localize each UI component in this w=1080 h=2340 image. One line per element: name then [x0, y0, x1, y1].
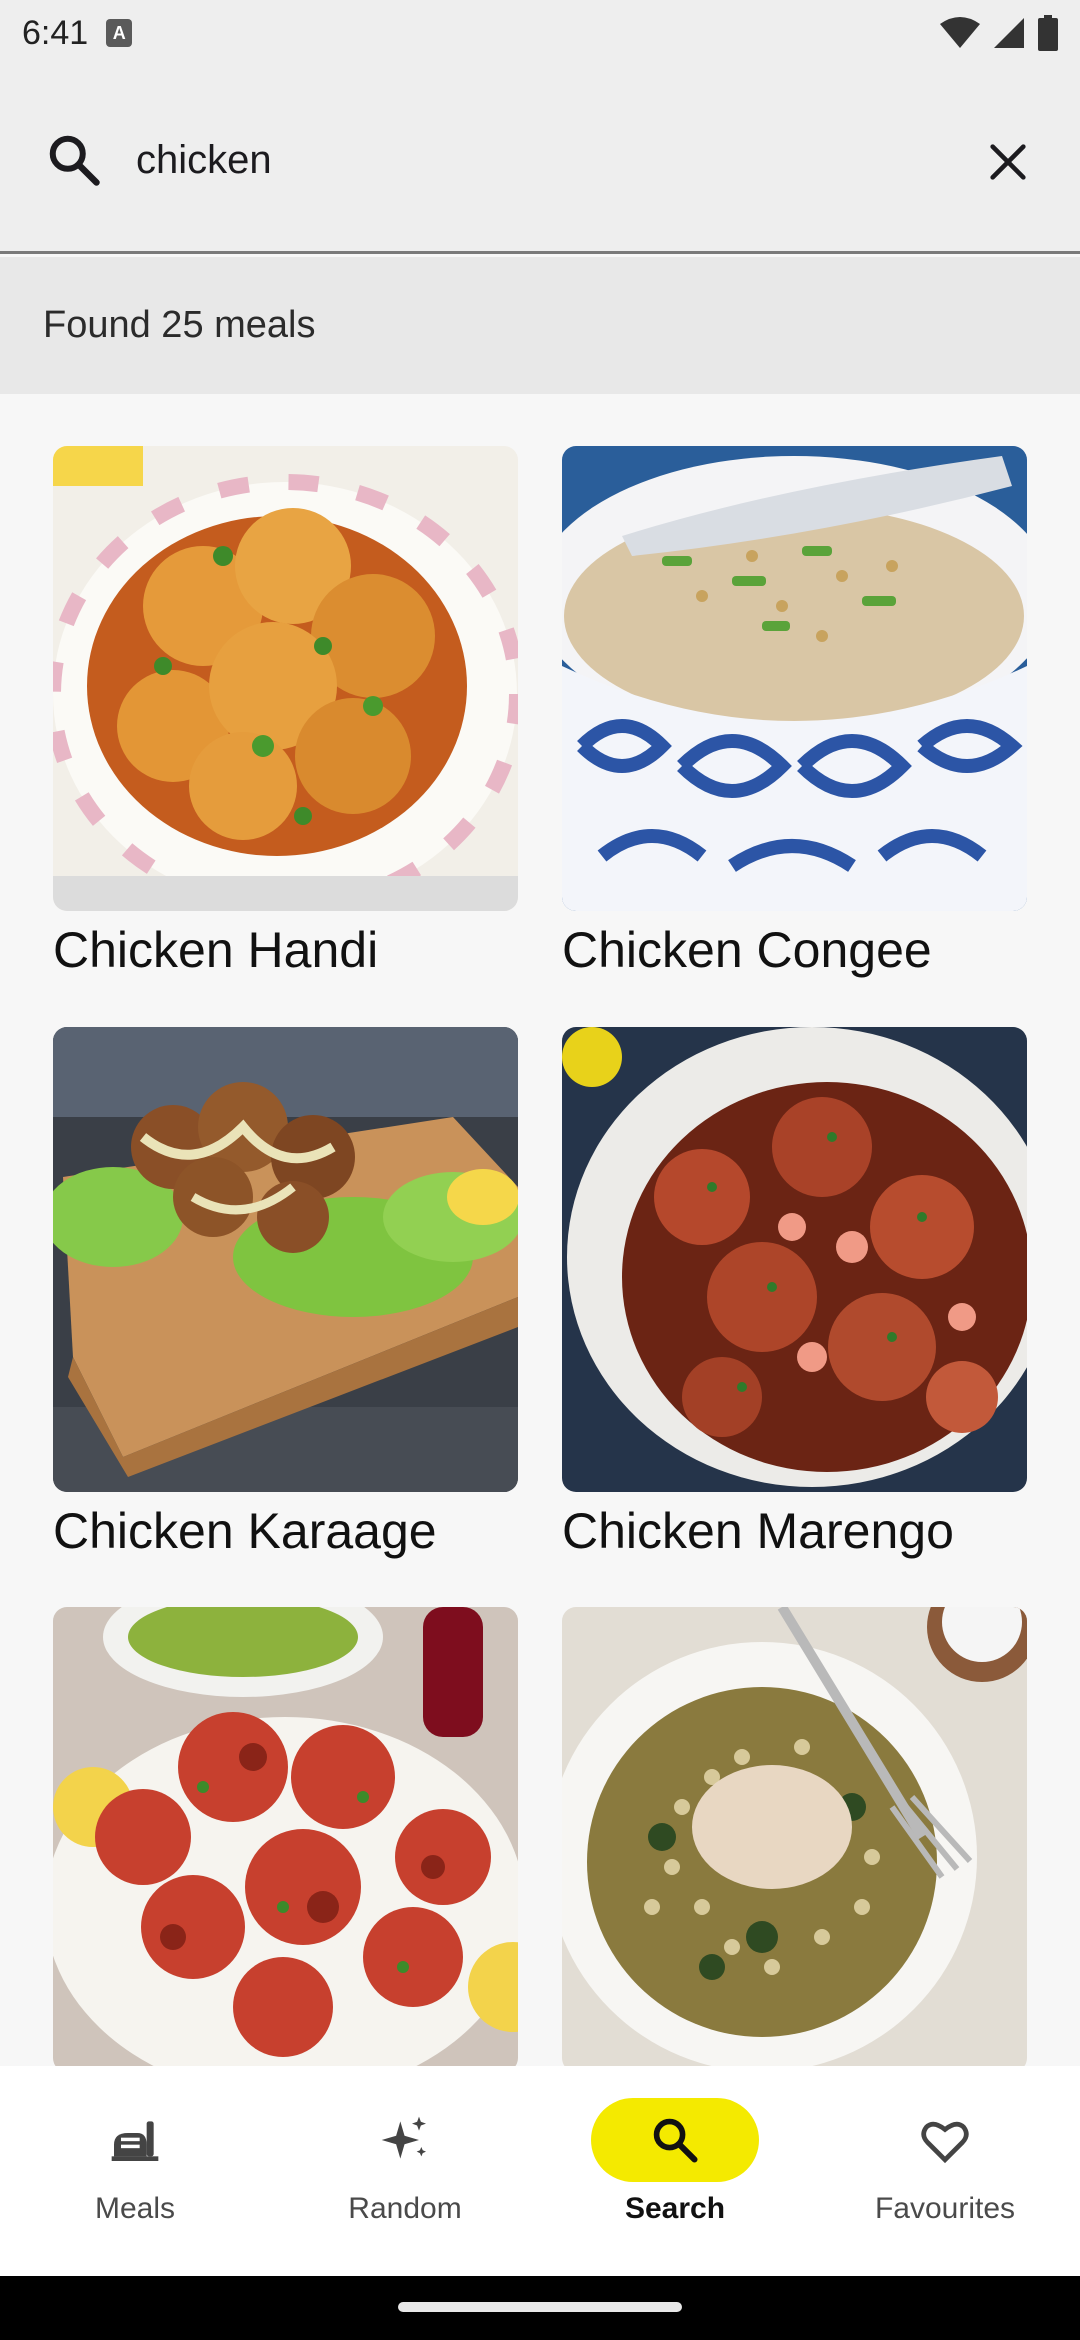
search-bar: [0, 66, 1080, 254]
nav-label-meals: Meals: [94, 2192, 176, 2225]
nav-item-favourites[interactable]: Favourites: [810, 2066, 1080, 2276]
meal-card-5[interactable]: [53, 1607, 518, 2066]
meal-card-chicken-handi[interactable]: Chicken Handi: [53, 446, 518, 979]
results-count-label: Found 25 meals: [43, 304, 316, 346]
meal-title: Chicken Marengo: [562, 1503, 954, 1559]
close-icon: [990, 144, 1026, 180]
meals-grid[interactable]: Chicken Handi Chicken Congee Chicken Kar…: [0, 394, 1080, 2066]
nav-active-indicator: [591, 2098, 759, 2182]
meal-title: Chicken Handi: [53, 922, 379, 978]
sparkle-icon: [381, 2116, 426, 2159]
meal-card-chicken-marengo[interactable]: Chicken Marengo: [562, 1027, 1027, 1560]
meal-image-chicken-karaage: [53, 1027, 518, 1492]
meal-image-tandoori-chicken: [53, 1607, 518, 2066]
meal-image-chicken-couscous: [562, 1607, 1027, 2066]
nav-label-search: Search: [624, 2192, 726, 2225]
meal-card-chicken-congee[interactable]: Chicken Congee: [562, 446, 1027, 979]
nav-item-search[interactable]: Search: [540, 2066, 810, 2276]
meal-card-6[interactable]: [562, 1607, 1027, 2066]
gesture-handle[interactable]: [398, 2302, 682, 2312]
search-input[interactable]: [136, 118, 936, 202]
meals-icon: [111, 2121, 159, 2161]
status-bar: 6:41 A: [0, 0, 1080, 66]
status-time: 6:41: [22, 13, 89, 52]
results-count-header: Found 25 meals: [0, 257, 1080, 394]
meal-title: Chicken Karaage: [53, 1503, 437, 1559]
nav-item-random[interactable]: Random: [270, 2066, 540, 2276]
app-root: 6:41 A chicken Found 25 meals Chicken Ha…: [0, 0, 1080, 2340]
nav-item-meals[interactable]: Meals: [0, 2066, 270, 2276]
bottom-navigation: Meals Random Search Favourites: [0, 2066, 1080, 2276]
nav-label-random: Random: [348, 2192, 462, 2225]
meal-image-chicken-handi: [53, 446, 518, 911]
gesture-bar-area: [0, 2276, 1080, 2340]
meal-card-chicken-karaage[interactable]: Chicken Karaage: [53, 1027, 518, 1560]
nav-label-favourites: Favourites: [874, 2192, 1016, 2225]
meal-title: Chicken Congee: [562, 922, 932, 978]
sim-card-icon: A: [106, 19, 133, 47]
meal-image-chicken-congee: [562, 446, 1027, 911]
battery-icon: [1038, 15, 1058, 51]
clear-search-button[interactable]: [970, 124, 1046, 200]
meal-image-chicken-marengo: [562, 1027, 1027, 1492]
signal-icon: [994, 18, 1024, 48]
search-icon: [44, 130, 104, 190]
wifi-icon: [940, 17, 980, 48]
search-icon: [653, 2118, 698, 2163]
heart-icon: [921, 2121, 969, 2164]
